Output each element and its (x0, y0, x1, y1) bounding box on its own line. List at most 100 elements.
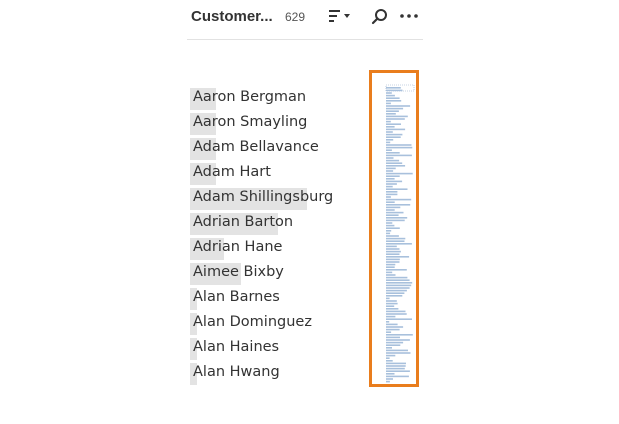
overview-bar (386, 204, 411, 206)
overview-bar (386, 188, 408, 190)
overview-bar (386, 152, 400, 154)
customer-name: Aaron Bergman (193, 89, 307, 105)
overview-bar (386, 94, 395, 97)
overview-bar (386, 310, 406, 313)
list-item[interactable]: Alan Barnes (190, 287, 360, 312)
overview-bar (386, 349, 408, 352)
overview-bar (386, 162, 403, 164)
overview-bar (386, 159, 400, 162)
overview-bar (386, 315, 396, 318)
overview-bar (386, 224, 395, 227)
overview-bar (386, 378, 393, 380)
overview-bar (386, 287, 410, 289)
list-item[interactable]: Alan Haines (190, 337, 360, 362)
customer-name: Adam Bellavance (193, 139, 319, 155)
more-icon[interactable] (399, 8, 421, 26)
customer-name: Adrian Hane (193, 239, 283, 255)
overview-bar (386, 357, 390, 359)
overview-bar (386, 367, 405, 370)
list-item[interactable]: Adam Shillingsburg (190, 187, 360, 212)
search-icon[interactable] (371, 8, 389, 26)
list-item[interactable]: Alan Dominguez (190, 312, 360, 337)
customer-name: Aaron Smayling (193, 114, 308, 130)
list-item[interactable]: Adrian Barton (190, 212, 360, 237)
overview-bar (386, 344, 401, 346)
overview-bar (386, 131, 393, 133)
overview-bar (386, 302, 398, 305)
overview-bar (386, 175, 400, 177)
customer-name: Adrian Barton (193, 214, 294, 230)
overview-chart (385, 84, 415, 383)
overview-bar (386, 100, 402, 102)
list-item[interactable]: Adam Hart (190, 162, 360, 187)
overview-bar (386, 258, 400, 261)
customer-name: Adam Shillingsburg (193, 189, 334, 205)
overview-bar (386, 347, 392, 349)
overview-bar (386, 269, 407, 271)
overview-bar (386, 217, 408, 219)
overview-bar (386, 222, 393, 224)
customer-name: Alan Barnes (193, 289, 280, 305)
overview-bar (386, 240, 405, 242)
overview-bar (386, 144, 412, 146)
overview-bar (386, 198, 412, 201)
overview-bar (386, 120, 391, 123)
overview-bar (386, 375, 409, 378)
overview-bar (386, 276, 408, 279)
list-item[interactable]: Adam Bellavance (190, 137, 360, 162)
overview-bar (386, 133, 403, 136)
overview-bar (386, 237, 406, 240)
overview-bar (386, 263, 396, 266)
overview-bar (386, 360, 393, 362)
overview-bar (386, 110, 399, 112)
overview-bar (386, 230, 392, 232)
list-item[interactable]: Aaron Smayling (190, 112, 360, 137)
overview-bar (386, 352, 411, 354)
overview-bar (386, 339, 410, 341)
overview-bar (386, 282, 413, 284)
overview-bar (386, 206, 401, 209)
overview-bar (386, 243, 412, 245)
overview-bar (386, 87, 401, 89)
overview-bar (386, 284, 412, 287)
overview-bar (386, 157, 394, 159)
sort-icon[interactable] (329, 8, 351, 24)
overview-bar (386, 331, 392, 333)
overview-bar (386, 107, 404, 110)
overview-bar (386, 328, 400, 331)
list-item[interactable]: Alan Hwang (190, 362, 360, 387)
overview-bar (386, 245, 397, 248)
overview-bar (386, 219, 405, 222)
list-item[interactable]: Aaron Bergman (190, 87, 360, 112)
overview-bar (386, 232, 391, 235)
overview-bar (386, 274, 396, 276)
overview-bar (386, 266, 395, 268)
overview-bar (386, 172, 413, 175)
customer-name-list: Aaron Bergman Aaron Smayling Adam Bellavan… (190, 87, 360, 387)
overview-bar (386, 300, 397, 302)
customer-name: Alan Haines (193, 339, 280, 355)
overview-bar (386, 113, 396, 115)
overview-bar (386, 354, 396, 357)
overview-bar (386, 248, 400, 250)
customer-name: Alan Dominguez (193, 314, 312, 330)
card-title[interactable]: Customer... (191, 8, 273, 25)
overview-bar (386, 256, 410, 258)
overview-bar (386, 128, 406, 131)
overview-minimap[interactable] (369, 70, 419, 387)
overview-bar (386, 146, 413, 149)
overview-bar (386, 126, 395, 128)
list-item[interactable]: Aimee Bixby (190, 262, 360, 287)
overview-bar (386, 318, 412, 320)
card-header: Customer... 629 (187, 0, 423, 40)
overview-bar (386, 191, 398, 193)
overview-bar (386, 105, 411, 107)
overview-bar (386, 136, 401, 138)
overview-bar (386, 326, 404, 328)
overview-bar (386, 183, 397, 185)
overview-bar (386, 380, 390, 383)
overview-bar (386, 253, 400, 255)
overview-bar (386, 118, 405, 120)
list-item[interactable]: Adrian Hane (190, 237, 360, 262)
overview-bar (386, 279, 410, 281)
